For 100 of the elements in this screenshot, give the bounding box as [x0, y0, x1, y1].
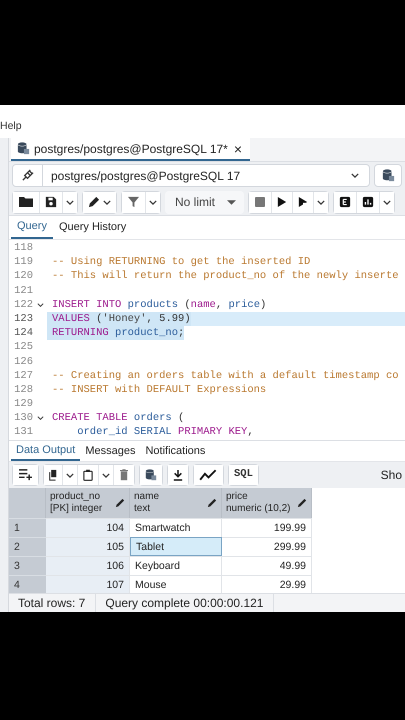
- edit-dropdown-button[interactable]: [83, 192, 116, 212]
- status-text: Query complete 00:00:00.121: [96, 594, 274, 612]
- fold-icon[interactable]: [37, 416, 44, 420]
- column-type: text: [134, 503, 152, 515]
- close-button[interactable]: ×: [232, 142, 244, 156]
- dropdown-button[interactable]: [99, 465, 114, 485]
- dropdown-button[interactable]: [63, 465, 78, 485]
- letter-e-icon: [339, 196, 352, 208]
- line-number: 131: [13, 425, 34, 440]
- table-cell[interactable]: 104: [46, 518, 130, 537]
- code-line: -- INSERT with DEFAULT Expressions: [51, 382, 266, 398]
- line-chart-icon: [199, 469, 218, 481]
- database-icon: [382, 169, 394, 182]
- dropdown-button[interactable]: [314, 192, 328, 212]
- code-line: INSERT INTO products (name, price): [51, 298, 266, 312]
- table-cell[interactable]: 105: [46, 537, 130, 556]
- column-header[interactable]: price numeric (10,2): [222, 488, 312, 518]
- play-icon: [298, 196, 308, 208]
- stop-button[interactable]: [249, 192, 272, 212]
- line-number: 126: [13, 354, 34, 369]
- line-chart-button[interactable]: [194, 465, 223, 485]
- bar-chart-icon: [362, 196, 374, 208]
- caret-icon: [227, 200, 236, 204]
- clipboard-icon: [83, 469, 93, 481]
- line-number: 119: [13, 255, 34, 270]
- column-header[interactable]: product_no [PK] integer: [46, 488, 130, 518]
- limit-select[interactable]: No limit: [165, 190, 244, 214]
- column-title: name: [134, 491, 160, 503]
- play-icon: [277, 196, 288, 208]
- line-number: 130: [13, 411, 34, 426]
- pen-icon: [88, 196, 100, 208]
- fold-icon[interactable]: [37, 302, 44, 307]
- tab-title: postgres/postgres@PostgreSQL 17*: [34, 140, 228, 158]
- line-number: 127: [13, 368, 34, 383]
- line-number: 121: [13, 284, 34, 298]
- database-button[interactable]: [374, 164, 402, 187]
- delete-icon: [119, 469, 129, 481]
- download-button[interactable]: [168, 465, 188, 485]
- code-line: -- This will return the product_no of the newly inserte: [51, 269, 399, 284]
- table-cell[interactable]: Keyboard: [130, 556, 222, 575]
- caret-icon: [103, 200, 111, 204]
- table-cell[interactable]: 106: [46, 556, 130, 575]
- code-line: -- Creating an orders table with a default timestamp co: [51, 368, 399, 383]
- filter-button[interactable]: [122, 192, 146, 212]
- save-icon: [45, 196, 57, 208]
- dropdown-button[interactable]: [380, 192, 394, 212]
- letter-e-button[interactable]: [334, 192, 358, 212]
- column-header[interactable]: name text: [130, 488, 222, 518]
- caret-icon: [66, 472, 74, 478]
- pencil-icon: [115, 498, 125, 508]
- download-icon: [173, 469, 183, 481]
- line-number: 122: [13, 298, 34, 312]
- caret-icon: [102, 472, 110, 478]
- table-cell[interactable]: 299.99: [222, 537, 312, 556]
- table-cell[interactable]: 107: [46, 575, 130, 593]
- dropdown-button[interactable]: [146, 192, 160, 212]
- document-tab[interactable]: postgres/postgres@PostgreSQL 17* ×: [11, 138, 250, 161]
- sql-button[interactable]: SQL: [229, 465, 258, 485]
- toolbar-text: Sho: [380, 467, 402, 484]
- status-text: Total rows: 7: [9, 594, 96, 612]
- database-button[interactable]: [140, 465, 162, 485]
- table-cell[interactable]: 49.99: [222, 556, 312, 575]
- line-number: 129: [13, 397, 34, 412]
- table-cell[interactable]: 199.99: [222, 518, 312, 537]
- folder-button[interactable]: [13, 192, 40, 212]
- add-row-button[interactable]: [13, 465, 38, 485]
- plug-icon: [21, 169, 34, 182]
- column-title: product_no: [50, 491, 102, 503]
- folder-icon: [18, 196, 34, 208]
- database-icon: [17, 142, 30, 155]
- table-cell[interactable]: Tablet: [130, 537, 222, 556]
- copy-button[interactable]: [44, 465, 63, 485]
- table-cell[interactable]: Mouse: [130, 575, 222, 593]
- column-type: [PK] integer: [50, 503, 102, 515]
- column-title: price: [226, 491, 249, 503]
- caret-icon: [66, 200, 74, 204]
- table-cell[interactable]: 29.99: [222, 575, 312, 593]
- dropdown-button[interactable]: [63, 192, 77, 212]
- copy-icon: [49, 469, 57, 481]
- code-line: order_id SERIAL PRIMARY KEY,: [76, 425, 254, 440]
- line-number: 123: [13, 312, 34, 326]
- database-icon: [145, 469, 157, 481]
- code-line: -- Using RETURNING to get the inserted ID: [51, 255, 310, 270]
- row-number[interactable]: 3: [9, 556, 46, 575]
- row-number[interactable]: 2: [9, 537, 46, 556]
- caret-icon: [351, 173, 359, 178]
- table-cell[interactable]: Smartwatch: [130, 518, 222, 537]
- pencil-icon: [207, 498, 217, 508]
- menu-item[interactable]: Help: [0, 119, 22, 135]
- line-number: 118: [13, 241, 34, 256]
- column-type: numeric (10,2): [226, 503, 290, 515]
- row-number[interactable]: 1: [9, 518, 46, 537]
- line-number: 124: [13, 326, 34, 340]
- row-number[interactable]: 4: [9, 575, 46, 593]
- add-row-icon: [18, 469, 33, 481]
- caret-icon: [149, 200, 157, 204]
- filter-icon: [127, 196, 140, 208]
- pencil-icon: [297, 498, 307, 508]
- connection-select[interactable]: postgres/postgres@PostgreSQL 17: [12, 164, 370, 187]
- line-number: 128: [13, 382, 34, 398]
